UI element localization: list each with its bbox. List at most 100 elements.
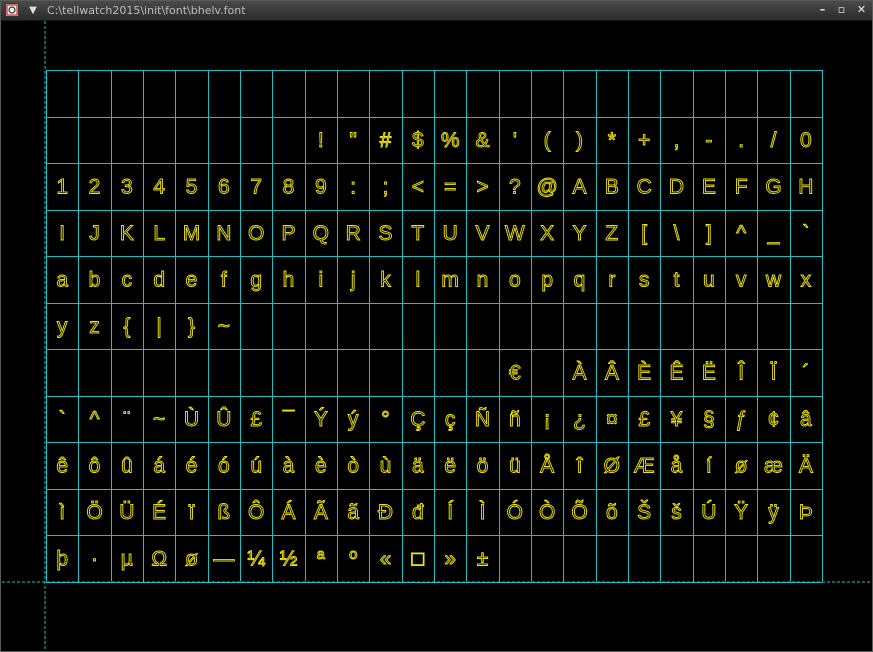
glyph-cell[interactable]: ë: [434, 442, 466, 489]
minimize-button[interactable]: –: [815, 3, 830, 17]
glyph-cell-area[interactable]: [369, 70, 401, 117]
glyph-cell[interactable]: ô: [78, 442, 110, 489]
glyph-cell[interactable]: ·: [78, 535, 110, 582]
glyph-cell[interactable]: à: [272, 442, 304, 489]
glyph-cell[interactable]: [434, 70, 466, 117]
glyph-cell[interactable]: [725, 303, 757, 350]
glyph-cell[interactable]: [466, 70, 498, 117]
glyph-cell[interactable]: #: [369, 117, 401, 164]
glyph-cell[interactable]: 1: [46, 163, 78, 210]
glyph-cell[interactable]: ¼: [240, 535, 272, 582]
glyph-cell-area[interactable]: [434, 349, 466, 396]
glyph-cell-area[interactable]: [531, 535, 563, 582]
glyph-cell[interactable]: [499, 303, 531, 350]
glyph-cell[interactable]: T: [402, 210, 434, 257]
glyph-cell[interactable]: [369, 349, 401, 396]
glyph-cell[interactable]: Õ: [563, 489, 595, 536]
glyph-cell-area[interactable]: [628, 70, 660, 117]
glyph-cell[interactable]: ^: [725, 210, 757, 257]
glyph-cell[interactable]: ¤: [596, 396, 628, 443]
glyph-cell[interactable]: M: [175, 210, 207, 257]
glyph-cell[interactable]: Ω: [143, 535, 175, 582]
glyph-cell[interactable]: [660, 70, 692, 117]
glyph-cell[interactable]: (: [531, 117, 563, 164]
glyph-cell[interactable]: [790, 535, 822, 582]
glyph-cell-area[interactable]: [208, 117, 240, 164]
glyph-cell[interactable]: þ: [46, 535, 78, 582]
glyph-cell-area[interactable]: [143, 117, 175, 164]
glyph-cell[interactable]: u: [693, 256, 725, 303]
glyph-cell[interactable]: X: [531, 210, 563, 257]
glyph-cell-area[interactable]: [111, 349, 143, 396]
glyph-cell[interactable]: [111, 117, 143, 164]
glyph-cell[interactable]: =: [434, 163, 466, 210]
glyph-cell[interactable]: Ó: [499, 489, 531, 536]
glyph-cell[interactable]: U: [434, 210, 466, 257]
glyph-cell[interactable]: [272, 303, 304, 350]
glyph-cell[interactable]: _: [757, 210, 789, 257]
glyph-cell-area[interactable]: [725, 535, 757, 582]
glyph-cell[interactable]: Å: [531, 442, 563, 489]
glyph-cell[interactable]: [531, 70, 563, 117]
font-editor-canvas[interactable]: ! " # $% & ' () * +, -. / 0 1 2 3 4 5 6 7 8 9:; < = >? @ A B C D E F G H…: [2, 21, 872, 651]
glyph-cell[interactable]: [305, 303, 337, 350]
glyph-cell[interactable]: 2: [78, 163, 110, 210]
glyph-cell[interactable]: Ý: [305, 396, 337, 443]
glyph-cell[interactable]: <: [402, 163, 434, 210]
glyph-cell[interactable]: [660, 535, 692, 582]
glyph-cell[interactable]: Z: [596, 210, 628, 257]
glyph-cell[interactable]: [305, 70, 337, 117]
glyph-cell[interactable]: J: [78, 210, 110, 257]
glyph-cell[interactable]: [531, 535, 563, 582]
glyph-cell[interactable]: [240, 117, 272, 164]
glyph-cell[interactable]: õ: [596, 489, 628, 536]
glyph-cell-area[interactable]: [499, 535, 531, 582]
glyph-cell[interactable]: [272, 117, 304, 164]
glyph-cell[interactable]: [305, 349, 337, 396]
glyph-cell[interactable]: [78, 70, 110, 117]
glyph-cell-area[interactable]: [466, 349, 498, 396]
glyph-cell[interactable]: Ò: [531, 489, 563, 536]
glyph-cell[interactable]: F: [725, 163, 757, 210]
glyph-cell[interactable]: Ï: [757, 349, 789, 396]
glyph-cell-area[interactable]: [111, 117, 143, 164]
glyph-cell[interactable]: ;: [369, 163, 401, 210]
glyph-cell[interactable]: !: [305, 117, 337, 164]
glyph-cell-area[interactable]: [337, 303, 369, 350]
glyph-cell[interactable]: [369, 70, 401, 117]
glyph-cell[interactable]: [208, 70, 240, 117]
glyph-cell[interactable]: [499, 70, 531, 117]
glyph-cell-area[interactable]: [434, 70, 466, 117]
glyph-cell[interactable]: 8: [272, 163, 304, 210]
glyph-cell[interactable]: Ä: [790, 442, 822, 489]
glyph-cell-area[interactable]: [757, 535, 789, 582]
glyph-cell-area[interactable]: [337, 70, 369, 117]
glyph-cell-area[interactable]: [596, 303, 628, 350]
glyph-cell[interactable]: -: [693, 117, 725, 164]
glyph-cell[interactable]: Â: [596, 349, 628, 396]
glyph-cell[interactable]: Î: [725, 349, 757, 396]
glyph-cell[interactable]: [175, 117, 207, 164]
glyph-cell[interactable]: o: [499, 256, 531, 303]
glyph-cell[interactable]: À: [563, 349, 595, 396]
glyph-cell[interactable]: `: [790, 210, 822, 257]
glyph-cell[interactable]: É: [143, 489, 175, 536]
glyph-cell-area[interactable]: [369, 349, 401, 396]
glyph-cell[interactable]: ß: [208, 489, 240, 536]
glyph-cell[interactable]: 9: [305, 163, 337, 210]
glyph-cell[interactable]: È: [628, 349, 660, 396]
glyph-cell[interactable]: @: [531, 163, 563, 210]
glyph-cell[interactable]: .: [725, 117, 757, 164]
glyph-cell[interactable]: ': [499, 117, 531, 164]
glyph-cell[interactable]: Û: [208, 396, 240, 443]
glyph-cell[interactable]: /: [757, 117, 789, 164]
glyph-cell[interactable]: í: [693, 442, 725, 489]
glyph-cell[interactable]: ì: [46, 489, 78, 536]
glyph-cell[interactable]: [240, 349, 272, 396]
glyph-cell[interactable]: £: [628, 396, 660, 443]
glyph-cell[interactable]: Ã: [305, 489, 337, 536]
glyph-cell[interactable]: å: [660, 442, 692, 489]
glyph-cell[interactable]: Ç: [402, 396, 434, 443]
glyph-cell[interactable]: i: [305, 256, 337, 303]
glyph-cell[interactable]: ú: [240, 442, 272, 489]
